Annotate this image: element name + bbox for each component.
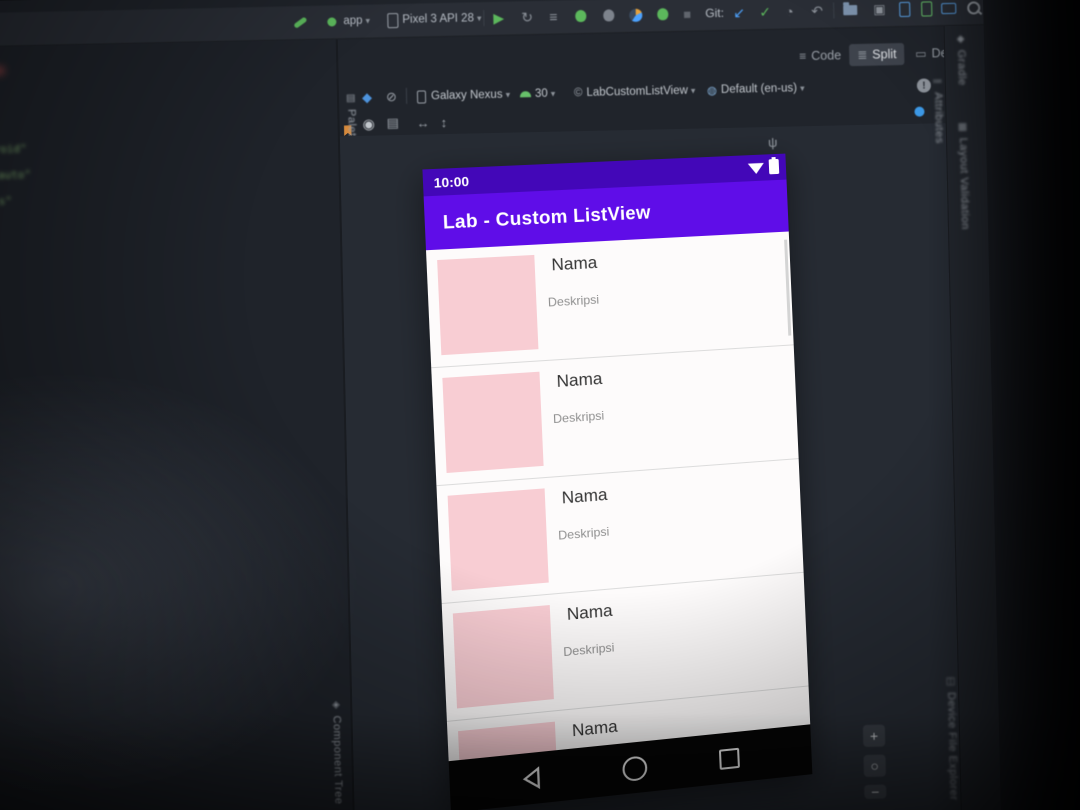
item-description: Deskripsi	[557, 524, 610, 543]
component-tree-tool-tab[interactable]: ◈ Component Tree	[330, 699, 345, 804]
terminal-icon[interactable]: ▣	[873, 0, 886, 18]
sync-status-dot	[914, 102, 925, 122]
blueprint-list-icon[interactable]: ▤	[386, 113, 399, 133]
orientation-h-icon[interactable]: ↔	[416, 112, 429, 132]
avd-phone-icon[interactable]	[921, 0, 933, 18]
chevron-down-icon: ▾	[690, 85, 696, 96]
design-icon: ▭	[915, 46, 927, 61]
sdk-manager-icon[interactable]	[941, 0, 957, 17]
palette-icon: ▤	[345, 92, 357, 105]
phone-preview[interactable]: 10:00 Lab - Custom ListView Nama Deskrip…	[422, 153, 813, 810]
git-commit-icon[interactable]: ✓	[759, 3, 771, 21]
orientation-v-icon[interactable]: ↕	[440, 112, 447, 132]
profiler-icon[interactable]	[629, 6, 643, 24]
history-clock-icon[interactable]: ◔	[785, 2, 794, 20]
run-config-status-icon	[327, 12, 337, 30]
status-time: 10:00	[433, 173, 470, 191]
search-icon[interactable]	[967, 0, 981, 17]
nav-recents-icon[interactable]	[719, 747, 741, 770]
screenshot-photo: app ▾ Pixel 3 API 28 ▾ ▶ ↻ ≡ ■ Git: ↙ ✓ ◔ …	[0, 0, 1080, 810]
attributes-tool-tab[interactable]: ≔ Attributes	[932, 76, 945, 144]
attach-debugger-icon[interactable]	[603, 6, 615, 24]
render-issues-badge[interactable]: !	[916, 75, 932, 95]
build-hammer-icon[interactable]	[293, 13, 308, 31]
device-in-editor-selector[interactable]: Galaxy Nexus ▾	[416, 85, 511, 107]
item-thumbnail	[447, 488, 549, 591]
item-name: Nama	[571, 717, 618, 741]
git-label: Git:	[705, 5, 725, 21]
apply-code-changes-icon[interactable]: ≡	[549, 8, 558, 26]
rollback-icon[interactable]: ↶	[811, 2, 823, 20]
item-description: Deskripsi	[552, 408, 605, 427]
project-folder-icon[interactable]	[843, 1, 858, 19]
toolbar-separator	[405, 87, 408, 104]
item-thumbnail	[442, 371, 544, 474]
tab-code[interactable]: ≡ Code	[791, 44, 849, 67]
tab-split[interactable]: ≣ Split	[848, 42, 905, 67]
item-name: Nama	[566, 601, 613, 624]
device-file-explorer-tool-tab[interactable]: ◫ Device File Explorer	[945, 676, 959, 801]
layout-selector[interactable]: © LabCustomListView ▾	[574, 81, 696, 104]
item-description: Deskripsi	[563, 640, 615, 660]
xml-code-line: oid.com/tools"	[0, 194, 13, 210]
item-name: Nama	[551, 253, 598, 275]
gradle-tool-tab[interactable]: ◆ Gradle	[955, 34, 968, 86]
wifi-icon	[748, 161, 765, 175]
chevron-down-icon: ▾	[365, 15, 371, 26]
render-wrench-icon: ψ	[767, 134, 778, 150]
nav-home-icon[interactable]	[622, 755, 649, 783]
zoom-fit-button[interactable]: ○	[863, 754, 886, 778]
item-thumbnail	[452, 605, 554, 709]
git-update-icon[interactable]: ↙	[733, 3, 745, 21]
run-config-selector[interactable]: app ▾	[343, 12, 370, 31]
device-file-explorer-icon: ◫	[945, 676, 957, 688]
device-manager-icon[interactable]	[899, 0, 911, 18]
app-bar-title: Lab - Custom ListView	[442, 201, 651, 233]
battery-icon	[768, 158, 780, 175]
device-selector[interactable]: Pixel 3 API 28 ▾	[387, 9, 482, 29]
rerun-debug-icon[interactable]	[657, 5, 669, 23]
item-description: Deskripsi	[547, 292, 600, 310]
debug-icon[interactable]	[575, 7, 587, 25]
chevron-down-icon: ▾	[550, 88, 556, 99]
component-tree-icon: ◈	[332, 699, 341, 711]
zoom-out-button[interactable]: −	[864, 784, 887, 800]
chevron-down-icon: ▾	[476, 12, 482, 23]
run-icon[interactable]: ▶	[493, 9, 504, 27]
paint-off-icon[interactable]: ⊘	[386, 87, 397, 107]
toolbar-separator	[833, 2, 835, 19]
activity-icon: ©	[573, 87, 583, 100]
list-item[interactable]: Nama Deskripsi	[426, 231, 794, 369]
editor-error-marker	[0, 66, 5, 76]
screen-bezel	[982, 0, 1080, 810]
view-options-icon[interactable]: ◉	[362, 114, 375, 134]
apply-changes-icon[interactable]: ↻	[521, 8, 533, 26]
gradle-icon: ◆	[956, 33, 966, 45]
locale-selector[interactable]: ◍ Default (en-us) ▾	[707, 78, 805, 100]
chevron-down-icon: ▾	[799, 82, 805, 93]
android-studio-window: app ▾ Pixel 3 API 28 ▾ ▶ ↻ ≡ ■ Git: ↙ ✓ ◔ …	[0, 0, 1080, 810]
item-name: Nama	[556, 369, 603, 392]
xml-code-line: droid.com/apk/res-auto"	[0, 168, 32, 185]
design-surface-icon[interactable]: ◆	[362, 88, 372, 108]
phone-list[interactable]: Nama Deskripsi Nama Deskripsi Nama Deskr…	[426, 231, 811, 762]
globe-icon: ◍	[706, 85, 718, 98]
nav-back-icon[interactable]	[520, 765, 544, 792]
layout-validation-tool-tab[interactable]: ▦ Layout Validation	[957, 122, 971, 230]
chevron-down-icon: ▾	[505, 89, 511, 100]
zoom-in-button[interactable]: +	[862, 724, 886, 748]
android-icon	[519, 91, 532, 98]
item-thumbnail	[437, 254, 539, 356]
item-name: Nama	[561, 485, 608, 508]
xml-code-line: s.android.com/apk/res/android"	[0, 142, 27, 160]
toolbar-separator	[483, 10, 485, 27]
code-icon: ≡	[799, 49, 807, 64]
code-editor-pane[interactable]: s.android.com/apk/res/android" droid.com…	[0, 39, 354, 810]
split-icon: ≣	[857, 47, 868, 63]
api-level-selector[interactable]: 30 ▾	[519, 84, 556, 105]
attributes-icon: ≔	[932, 76, 944, 88]
stop-icon[interactable]: ■	[683, 5, 691, 23]
layout-validation-icon: ▦	[957, 121, 968, 133]
